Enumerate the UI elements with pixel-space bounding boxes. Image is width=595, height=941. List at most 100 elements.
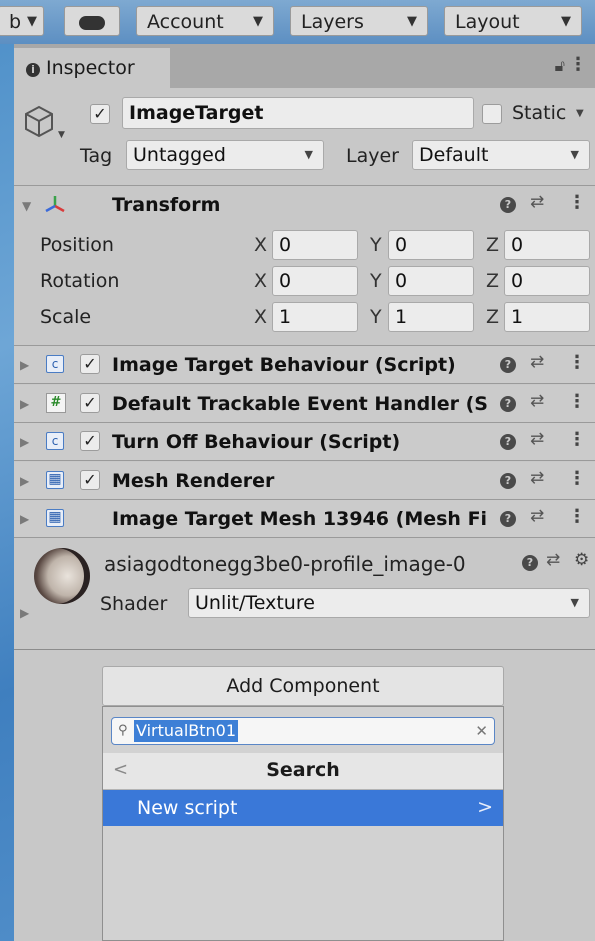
rotation-y-field[interactable]: 0 [388,266,474,296]
help-icon[interactable]: ? [500,395,516,412]
axis-z-label: Z [486,306,500,328]
layers-label: Layers [301,11,364,33]
search-results-title: Search [266,759,340,781]
scale-x-field[interactable]: 1 [272,302,358,332]
foldout-arrow-icon[interactable]: ▼ [22,199,31,213]
presets-icon[interactable]: ⇄ [530,429,544,449]
cloud-icon [79,15,105,30]
more-options-icon[interactable]: ⋮ [568,391,586,412]
component-enabled-checkbox[interactable]: ✓ [80,469,100,490]
foldout-arrow-icon[interactable]: ▶ [20,606,29,620]
presets-icon[interactable]: ⇄ [546,550,560,570]
rotation-z-field[interactable]: 0 [504,266,590,296]
chevron-down-icon: ▼ [58,130,65,140]
tab-inspector[interactable]: i Inspector [14,48,170,88]
static-checkbox[interactable] [482,104,502,124]
editor-toolbar: b ▼ Account ▼ Layers ▼ Layout ▼ [0,0,595,44]
chevron-down-icon: ▼ [407,14,417,29]
foldout-arrow-icon[interactable]: ▶ [20,358,29,372]
axis-x-label: X [254,234,268,256]
component-row[interactable]: ▶ # ✓ Default Trackable Event Handler (Sc? ⇄… [14,384,595,422]
add-component-button[interactable]: Add Component [102,666,504,706]
position-z-field[interactable]: 0 [504,230,590,260]
material-section: ▶ asiagodtonegg3be0-profile_image-0 ? ⇄ … [14,538,595,630]
add-component-popup: ⚲ VirtualBtn01 ✕ < Search New script > [102,706,504,941]
layout-dropdown[interactable]: Layout ▼ [444,6,582,36]
component-row[interactable]: ▶ ▦ ✓ Mesh Renderer? ⇄ ⋮ [14,461,595,499]
toolbar-partial-dropdown[interactable]: b ▼ [0,6,44,36]
position-x-field[interactable]: 0 [272,230,358,260]
axis-y-label: Y [370,306,382,328]
more-options-icon[interactable]: ⋮ [569,54,587,75]
more-options-icon[interactable]: ⋮ [568,192,586,213]
component-enabled-checkbox[interactable]: ✓ [80,354,100,374]
help-icon[interactable]: ? [500,472,516,489]
gear-icon[interactable]: ⚙ [574,550,589,570]
cloud-button[interactable] [64,6,120,36]
transform-section: ▼ Transform ? ⇄ ⋮ Position X 0 Y 0 Z 0 Rotation… [14,186,595,346]
presets-icon[interactable]: ⇄ [530,468,544,488]
clear-search-icon[interactable]: ✕ [475,718,488,744]
help-icon[interactable]: ? [500,357,516,373]
layer-dropdown[interactable]: Default ▼ [412,140,590,170]
layers-dropdown[interactable]: Layers ▼ [290,6,428,36]
help-icon[interactable]: ? [500,434,516,450]
help-icon[interactable]: ? [522,555,538,571]
help-icon[interactable]: ? [500,197,516,213]
component-title: Mesh Renderer [112,469,275,492]
more-options-icon[interactable]: ⋮ [568,468,586,489]
scale-y-field[interactable]: 1 [388,302,474,332]
scale-z-field[interactable]: 1 [504,302,590,332]
presets-icon[interactable]: ⇄ [530,506,544,526]
component-search-field[interactable]: ⚲ VirtualBtn01 ✕ [111,717,495,745]
new-script-label: New script [137,797,238,819]
material-preview-thumbnail[interactable] [34,548,90,604]
chevron-right-icon: > [477,796,493,818]
inspector-tab-bar: i Inspector 🔓︎ ⋮ [14,44,595,88]
chevron-down-icon[interactable]: ▼ [576,108,584,119]
component-title: Default Trackable Event Handler (Sc [112,392,488,415]
lock-icon[interactable]: 🔓︎ [555,56,565,76]
axis-y-label: Y [370,270,382,292]
axis-x-label: X [254,270,268,292]
component-enabled-checkbox[interactable]: ✓ [80,392,100,413]
layer-label: Layer [346,145,399,167]
object-name-field[interactable]: ImageTarget [122,97,474,129]
rotation-x-field[interactable]: 0 [272,266,358,296]
account-dropdown[interactable]: Account ▼ [136,6,274,36]
tag-value: Untagged [133,144,226,166]
transform-row-label: Rotation [40,270,120,292]
foldout-arrow-icon[interactable]: ▶ [20,435,29,449]
more-options-icon[interactable]: ⋮ [568,429,586,450]
presets-icon[interactable]: ⇄ [530,352,544,372]
more-options-icon[interactable]: ⋮ [568,506,586,527]
shader-dropdown[interactable]: Unlit/Texture ▼ [188,588,590,618]
transform-title: Transform [112,194,221,216]
component-enabled-checkbox[interactable]: ✓ [80,431,100,451]
tab-inspector-label: Inspector [46,57,135,79]
new-script-item[interactable]: New script > [103,790,503,826]
layout-label: Layout [455,11,520,33]
presets-icon[interactable]: ⇄ [530,391,544,411]
position-y-field[interactable]: 0 [388,230,474,260]
foldout-arrow-icon[interactable]: ▶ [20,397,29,411]
chevron-down-icon: ▼ [570,148,579,161]
help-icon[interactable]: ? [500,511,516,527]
component-row[interactable]: ▶ c ✓ Turn Off Behaviour (Script)? ⇄ ⋮ [14,423,595,460]
foldout-arrow-icon[interactable]: ▶ [20,474,29,488]
component-title: Image Target Mesh 13946 (Mesh Fil [112,508,488,530]
foldout-arrow-icon[interactable]: ▶ [20,512,29,526]
search-results-header: < Search [103,753,503,790]
script-icon: c [46,355,64,373]
presets-icon[interactable]: ⇄ [530,192,544,212]
gameobject-icon: ▼ [22,104,65,140]
active-checkbox[interactable]: ✓ [90,104,110,124]
axis-y-label: Y [370,234,382,256]
component-row[interactable]: ▶ ▦ Image Target Mesh 13946 (Mesh Fil? ⇄ ⋮ [14,500,595,537]
tag-dropdown[interactable]: Untagged ▼ [126,140,324,170]
more-options-icon[interactable]: ⋮ [568,352,586,373]
chevron-down-icon: ▼ [27,14,37,29]
component-row[interactable]: ▶ c ✓ Image Target Behaviour (Script)? ⇄ ⋮ [14,346,595,383]
mesh-filter-icon: ▦ [46,509,64,527]
chevron-down-icon: ▼ [561,14,571,29]
